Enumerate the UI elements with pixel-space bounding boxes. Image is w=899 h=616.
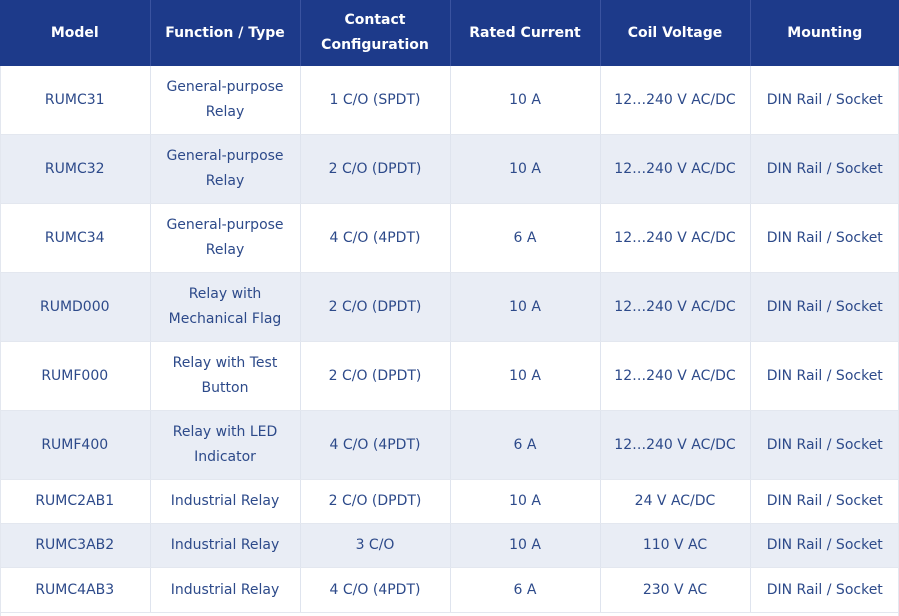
cell-rated-current: 10 A: [450, 272, 601, 342]
cell-function-type: General-purpose Relay: [150, 66, 301, 135]
table-row: RUMC2AB1 Industrial Relay 2 C/O (DPDT) 1…: [0, 479, 899, 524]
table-row: RUMF000 Relay with Test Button 2 C/O (DP…: [0, 341, 899, 411]
cell-coil-voltage: 12…240 V AC/DC: [600, 203, 751, 273]
cell-mounting: DIN Rail / Socket: [750, 567, 899, 613]
cell-model: RUMC4AB3: [0, 567, 151, 613]
cell-contact-configuration: 2 C/O (DPDT): [300, 134, 451, 204]
cell-coil-voltage: 12…240 V AC/DC: [600, 410, 751, 480]
cell-contact-configuration: 1 C/O (SPDT): [300, 66, 451, 135]
cell-contact-configuration: 2 C/O (DPDT): [300, 479, 451, 524]
cell-rated-current: 6 A: [450, 567, 601, 613]
cell-function-type: Industrial Relay: [150, 523, 301, 568]
header-row: Model Function / Type Contact Configurat…: [0, 0, 899, 66]
table-row: RUMC32 General-purpose Relay 2 C/O (DPDT…: [0, 134, 899, 204]
cell-mounting: DIN Rail / Socket: [750, 479, 899, 524]
table-row: RUMF400 Relay with LED Indicator 4 C/O (…: [0, 410, 899, 480]
cell-mounting: DIN Rail / Socket: [750, 203, 899, 273]
relay-spec-table: Model Function / Type Contact Configurat…: [0, 0, 899, 613]
cell-function-type: Industrial Relay: [150, 567, 301, 613]
table-row: RUMC4AB3 Industrial Relay 4 C/O (4PDT) 6…: [0, 567, 899, 613]
cell-model: RUMC3AB2: [0, 523, 151, 568]
cell-contact-configuration: 2 C/O (DPDT): [300, 341, 451, 411]
cell-contact-configuration: 4 C/O (4PDT): [300, 410, 451, 480]
table-body: RUMC31 General-purpose Relay 1 C/O (SPDT…: [0, 66, 899, 613]
cell-coil-voltage: 24 V AC/DC: [600, 479, 751, 524]
header-function-type: Function / Type: [150, 0, 301, 66]
header-rated-current: Rated Current: [450, 0, 601, 66]
cell-mounting: DIN Rail / Socket: [750, 523, 899, 568]
cell-coil-voltage: 12…240 V AC/DC: [600, 341, 751, 411]
cell-contact-configuration: 4 C/O (4PDT): [300, 203, 451, 273]
cell-model: RUMC34: [0, 203, 151, 273]
cell-mounting: DIN Rail / Socket: [750, 410, 899, 480]
cell-coil-voltage: 230 V AC: [600, 567, 751, 613]
table-header: Model Function / Type Contact Configurat…: [0, 0, 899, 66]
table-row: RUMC3AB2 Industrial Relay 3 C/O 10 A 110…: [0, 523, 899, 568]
cell-coil-voltage: 12…240 V AC/DC: [600, 272, 751, 342]
cell-coil-voltage: 12…240 V AC/DC: [600, 134, 751, 204]
cell-rated-current: 6 A: [450, 410, 601, 480]
table-row: RUMC31 General-purpose Relay 1 C/O (SPDT…: [0, 66, 899, 135]
cell-mounting: DIN Rail / Socket: [750, 341, 899, 411]
cell-function-type: General-purpose Relay: [150, 203, 301, 273]
cell-rated-current: 10 A: [450, 523, 601, 568]
cell-rated-current: 10 A: [450, 341, 601, 411]
cell-model: RUMF400: [0, 410, 151, 480]
cell-contact-configuration: 4 C/O (4PDT): [300, 567, 451, 613]
header-mounting: Mounting: [750, 0, 899, 66]
table-row: RUMC34 General-purpose Relay 4 C/O (4PDT…: [0, 203, 899, 273]
cell-mounting: DIN Rail / Socket: [750, 66, 899, 135]
cell-rated-current: 10 A: [450, 134, 601, 204]
cell-function-type: Relay with Test Button: [150, 341, 301, 411]
cell-coil-voltage: 12…240 V AC/DC: [600, 66, 751, 135]
cell-model: RUMC2AB1: [0, 479, 151, 524]
cell-model: RUMC32: [0, 134, 151, 204]
cell-model: RUMC31: [0, 66, 151, 135]
cell-function-type: General-purpose Relay: [150, 134, 301, 204]
header-contact-configuration: Contact Configuration: [300, 0, 451, 66]
header-coil-voltage: Coil Voltage: [600, 0, 751, 66]
cell-function-type: Relay with LED Indicator: [150, 410, 301, 480]
cell-contact-configuration: 3 C/O: [300, 523, 451, 568]
cell-rated-current: 10 A: [450, 66, 601, 135]
cell-model: RUMD000: [0, 272, 151, 342]
cell-coil-voltage: 110 V AC: [600, 523, 751, 568]
cell-mounting: DIN Rail / Socket: [750, 134, 899, 204]
cell-model: RUMF000: [0, 341, 151, 411]
header-model: Model: [0, 0, 151, 66]
cell-contact-configuration: 2 C/O (DPDT): [300, 272, 451, 342]
cell-function-type: Industrial Relay: [150, 479, 301, 524]
table-row: RUMD000 Relay with Mechanical Flag 2 C/O…: [0, 272, 899, 342]
cell-rated-current: 6 A: [450, 203, 601, 273]
cell-mounting: DIN Rail / Socket: [750, 272, 899, 342]
cell-function-type: Relay with Mechanical Flag: [150, 272, 301, 342]
spec-table-container: Model Function / Type Contact Configurat…: [0, 0, 899, 616]
cell-rated-current: 10 A: [450, 479, 601, 524]
